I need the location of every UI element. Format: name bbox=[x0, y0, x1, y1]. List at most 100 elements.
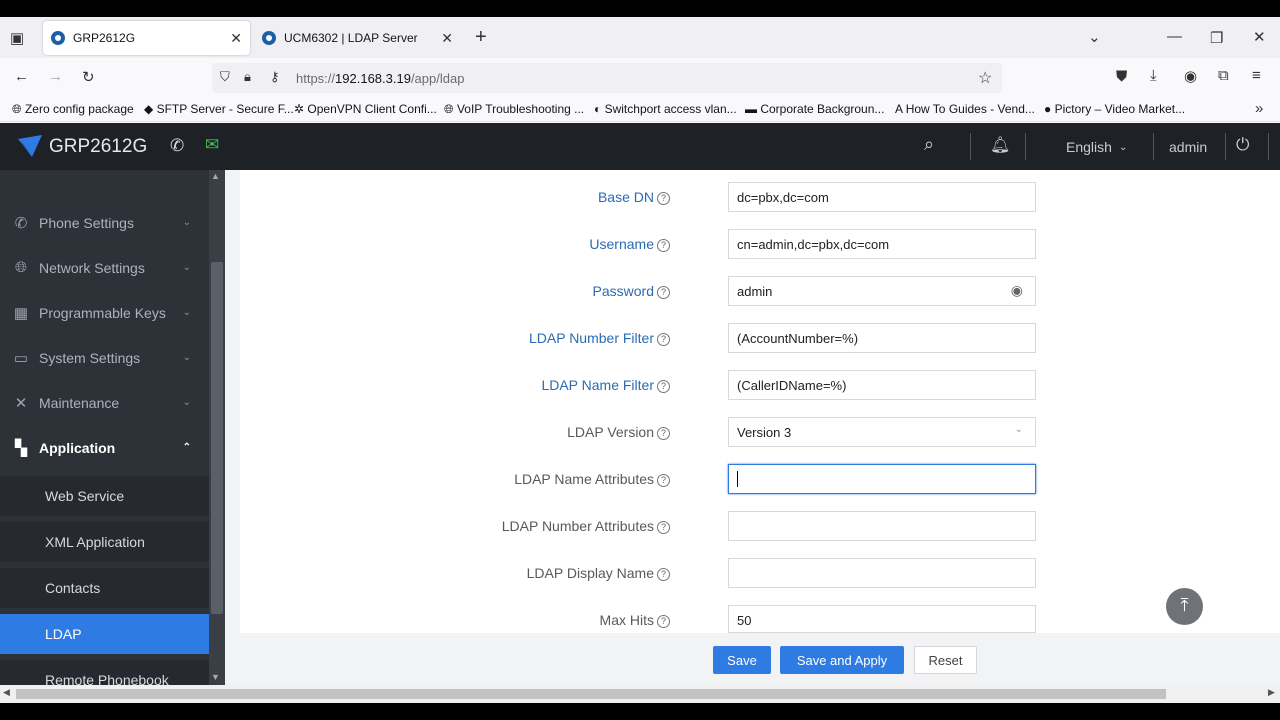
language-select[interactable]: English bbox=[1066, 139, 1112, 155]
save-and-apply-button[interactable]: Save and Apply bbox=[780, 646, 904, 674]
scroll-right-icon[interactable]: ▶ bbox=[1268, 687, 1275, 698]
help-icon[interactable]: ? bbox=[657, 333, 670, 346]
help-icon[interactable]: ? bbox=[657, 521, 670, 534]
sidebar-item-maintenance[interactable]: ✕ Maintenance ⌄ bbox=[0, 380, 209, 425]
tab-ucm6302[interactable]: UCM6302 | LDAP Server ✕ bbox=[254, 21, 461, 55]
help-icon[interactable]: ? bbox=[657, 239, 670, 252]
max-hits-label: Max Hits bbox=[599, 612, 654, 628]
reset-button[interactable]: Reset bbox=[914, 646, 977, 674]
sidebar-subitem-ldap[interactable]: LDAP bbox=[0, 614, 209, 654]
url-bar[interactable]: ⛉ 🔒︎ ⚷ https://192.168.3.19/app/ldap ☆ bbox=[212, 63, 1002, 93]
minimize-icon[interactable]: — bbox=[1167, 28, 1182, 45]
chevron-down-icon[interactable]: ⌄ bbox=[1119, 142, 1127, 153]
power-icon[interactable]: ⏻ bbox=[1236, 135, 1249, 155]
ldap-name-attributes-input[interactable] bbox=[728, 464, 1036, 494]
phone-icon: ✆ bbox=[14, 214, 28, 232]
help-icon[interactable]: ? bbox=[657, 192, 670, 205]
base-dn-input[interactable]: dc=pbx,dc=com bbox=[728, 182, 1036, 212]
bookmark-item[interactable]: 🌐︎ Zero config package bbox=[12, 102, 134, 117]
tab-grp2612g[interactable]: GRP2612G ✕ bbox=[43, 21, 250, 55]
bookmark-item[interactable]: A How To Guides - Vend... bbox=[895, 102, 1035, 116]
sidebar-item-application[interactable]: ▚ Application ⌃ bbox=[0, 425, 209, 470]
sidebar-item-system-settings[interactable]: ▭ System Settings ⌄ bbox=[0, 335, 209, 380]
ldap-version-select[interactable]: Version 3 ⌄ bbox=[728, 417, 1036, 447]
bell-icon[interactable]: 🔔︎ bbox=[990, 135, 1010, 155]
restore-icon[interactable]: ❐ bbox=[1210, 29, 1223, 47]
tab-bar: ▣ GRP2612G ✕ UCM6302 | LDAP Server ✕ + ⌄… bbox=[0, 17, 1280, 58]
sidebar-subitem-contacts[interactable]: Contacts bbox=[0, 568, 209, 608]
bookmark-item[interactable]: ✲ OpenVPN Client Confi... bbox=[294, 102, 437, 116]
user-menu[interactable]: admin bbox=[1169, 139, 1207, 155]
sidebar-subitem-remote-phonebook[interactable]: Remote Phonebook bbox=[0, 660, 209, 685]
sidebar-item-label: Maintenance bbox=[39, 394, 120, 411]
phone-call-icon[interactable]: ✆ bbox=[170, 136, 184, 156]
password-label: Password bbox=[592, 283, 654, 299]
new-tab-icon[interactable]: + bbox=[475, 26, 487, 49]
chevron-down-icon[interactable]: ⌄ bbox=[1088, 28, 1101, 46]
ldap-name-filter-label: LDAP Name Filter bbox=[541, 377, 654, 393]
horizontal-scrollbar-thumb[interactable] bbox=[16, 689, 1166, 699]
header-divider bbox=[1153, 133, 1154, 160]
chevron-down-icon: ⌄ bbox=[1014, 424, 1023, 435]
eye-icon[interactable]: ◉ bbox=[1011, 282, 1023, 299]
bookmark-item[interactable]: ● Pictory – Video Market... bbox=[1044, 102, 1185, 116]
chevron-down-icon: ⌄ bbox=[182, 397, 191, 408]
help-icon[interactable]: ? bbox=[657, 286, 670, 299]
permissions-icon[interactable]: ⚷ bbox=[270, 69, 280, 85]
bookmark-item[interactable]: ◆ SFTP Server - Secure F... bbox=[144, 102, 294, 116]
max-hits-input[interactable]: 50 bbox=[728, 605, 1036, 633]
sidebar-item-label: Application bbox=[39, 439, 116, 456]
bookmark-item[interactable]: ▬ Corporate Backgroun... bbox=[745, 102, 884, 116]
horizontal-scrollbar[interactable]: ◀ ▶ bbox=[0, 685, 1280, 703]
reload-icon[interactable]: ↻ bbox=[82, 68, 95, 86]
sidebar-subitem-web-service[interactable]: Web Service bbox=[0, 476, 209, 516]
sidebar-scrollbar-thumb[interactable] bbox=[211, 262, 223, 614]
bookmark-item[interactable]: 🌐︎ VoIP Troubleshooting ... bbox=[444, 102, 584, 117]
sidebar-item-programmable-keys[interactable]: ▦ Programmable Keys ⌄ bbox=[0, 290, 209, 335]
username-input[interactable]: cn=admin,dc=pbx,dc=com bbox=[728, 229, 1036, 259]
save-button[interactable]: Save bbox=[713, 646, 771, 674]
ldap-name-filter-input[interactable]: (CallerIDName=%) bbox=[728, 370, 1036, 400]
wrench-icon: ✕ bbox=[14, 394, 28, 412]
forward-icon[interactable]: → bbox=[48, 68, 63, 85]
close-window-icon[interactable]: ✕ bbox=[1253, 28, 1266, 46]
help-icon[interactable]: ? bbox=[657, 568, 670, 581]
ldap-version-value: Version 3 bbox=[737, 425, 792, 440]
bookmark-item[interactable]: ◐ Switchport access vlan... bbox=[594, 102, 737, 116]
sidebar-item-phone-settings[interactable]: ✆ Phone Settings ⌄ bbox=[0, 200, 209, 245]
help-icon[interactable]: ? bbox=[657, 474, 670, 487]
menu-icon[interactable]: ≡ bbox=[1252, 67, 1261, 84]
shield-icon[interactable]: ⛉ bbox=[220, 69, 230, 85]
ldap-number-attributes-input[interactable] bbox=[728, 511, 1036, 541]
scroll-left-icon[interactable]: ◀ bbox=[3, 687, 10, 698]
tab-list-icon[interactable]: ▣ bbox=[10, 29, 24, 47]
help-icon[interactable]: ? bbox=[657, 427, 670, 440]
sidebar-subitem-xml-application[interactable]: XML Application bbox=[0, 522, 209, 562]
help-icon[interactable]: ? bbox=[657, 380, 670, 393]
lock-icon[interactable]: 🔒︎ bbox=[244, 69, 251, 85]
scroll-to-top-icon[interactable]: ⤒ bbox=[1166, 588, 1203, 625]
search-icon[interactable]: ⌕ bbox=[924, 134, 934, 155]
extensions-icon[interactable]: ⧉ bbox=[1218, 67, 1229, 84]
back-icon[interactable]: ← bbox=[14, 68, 29, 85]
sidebar-item-network-settings[interactable]: 🌐︎ Network Settings ⌄ bbox=[0, 245, 209, 290]
download-icon[interactable]: ⤓ bbox=[1150, 67, 1157, 84]
main-content: Base DN ? dc=pbx,dc=com Username ? cn=ad… bbox=[225, 170, 1280, 685]
close-tab-icon[interactable]: ✕ bbox=[230, 30, 242, 47]
ldap-number-filter-input[interactable]: (AccountNumber=%) bbox=[728, 323, 1036, 353]
help-icon[interactable]: ? bbox=[657, 615, 670, 628]
header-divider bbox=[970, 133, 971, 160]
password-input[interactable]: admin ◉ bbox=[728, 276, 1036, 306]
scroll-down-icon[interactable]: ▼ bbox=[211, 672, 220, 682]
chevron-down-icon: ⌄ bbox=[182, 262, 191, 273]
ldap-display-name-input[interactable] bbox=[728, 558, 1036, 588]
url-text: https://192.168.3.19/app/ldap bbox=[296, 71, 465, 86]
mail-icon[interactable]: ✉ bbox=[205, 135, 219, 155]
more-bookmarks-icon[interactable]: » bbox=[1255, 100, 1263, 117]
base-dn-label: Base DN bbox=[597, 189, 654, 205]
bookmark-star-icon[interactable]: ☆ bbox=[978, 68, 992, 88]
scroll-up-icon[interactable]: ▲ bbox=[211, 171, 220, 181]
pocket-icon[interactable]: ⛊ bbox=[1116, 68, 1127, 85]
account-icon[interactable]: ◉ bbox=[1184, 67, 1197, 85]
close-tab-icon[interactable]: ✕ bbox=[441, 30, 453, 47]
